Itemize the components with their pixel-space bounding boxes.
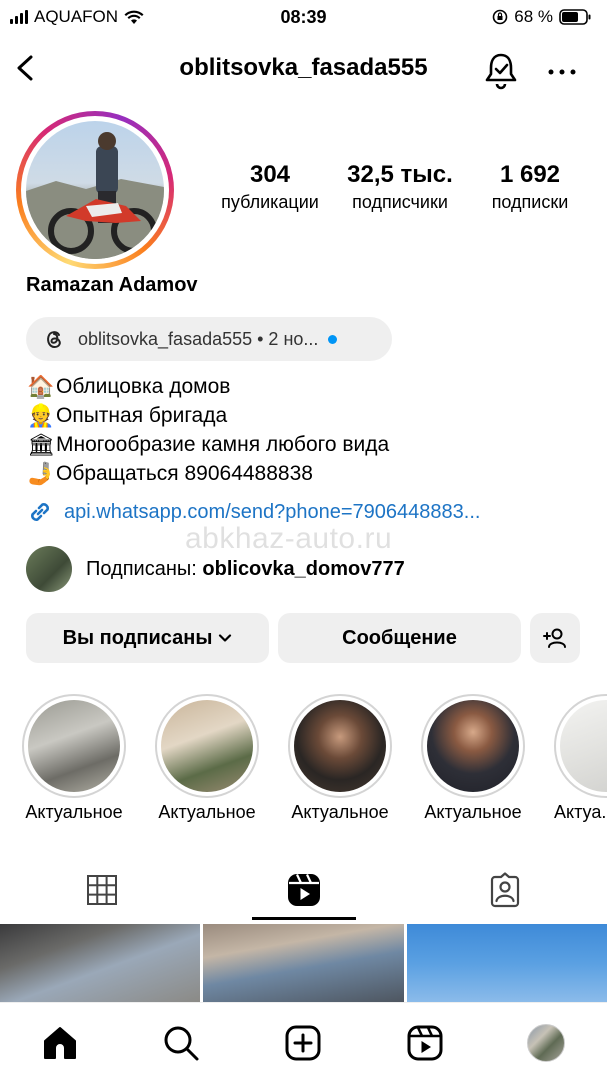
following-button[interactable]: Вы подписаны [26,613,269,663]
bell-icon [485,53,517,90]
reels-icon [288,874,320,906]
profile-bio: 🏠 Облицовка домов 👷 Опытная бригада 🏛 Мн… [26,372,389,488]
threads-icon [47,331,61,349]
highlight-cover [161,700,253,792]
followers-stat[interactable]: 32,5 тыс. подписчики [339,160,461,214]
more-options-button[interactable] [542,50,582,90]
posts-label: публикации [221,192,319,212]
bio-line: 🏠 Облицовка домов [26,372,389,401]
following-button-label: Вы подписаны [62,626,213,649]
highlight-label: Актуальное [158,802,256,822]
posts-count: 304 [249,161,291,188]
mutual-username[interactable]: oblicovka_domov777 [202,558,404,580]
link-icon [31,503,49,521]
story-highlight[interactable]: Актуальное [421,694,525,823]
reel-thumbnail[interactable] [203,924,404,1002]
followers-count: 32,5 тыс. [347,161,453,188]
house-icon: 🏠 [27,373,55,399]
nav-search[interactable] [161,1023,201,1063]
unread-dot [328,334,338,344]
tagged-icon [490,872,520,908]
suggested-users-button[interactable] [530,613,580,663]
bio-line: 👷 Опытная бригада [26,401,389,430]
nav-home[interactable] [40,1023,80,1063]
highlight-label: Актуа... [554,802,607,822]
highlight-cover [427,700,519,792]
nav-profile[interactable] [526,1023,566,1063]
bio-text[interactable]: Обращаться 89064488838 [56,459,313,488]
profile-header: oblitsovka_fasada555 [0,44,607,94]
posts-stat[interactable]: 304 публикации [211,160,329,214]
story-highlight[interactable]: Актуа... [554,694,607,823]
profile-avatar [26,121,164,259]
battery-icon [559,9,591,25]
search-icon [164,1026,199,1061]
orientation-lock-icon [492,9,508,25]
highlight-label: Актуальное [25,802,123,822]
mutual-avatar [26,546,72,592]
following-stat[interactable]: 1 692 подписки [474,160,586,214]
highlight-cover [294,700,386,792]
story-highlight[interactable]: Актуальное [288,694,392,823]
mutual-followers[interactable]: Подписаны: oblicovka_domov777 [26,546,405,592]
grid-icon [87,875,117,905]
following-count: 1 692 [499,161,561,188]
bio-text: Опытная бригада [56,404,228,427]
highlight-cover [560,700,607,792]
bio-text: Многообразие камня любого вида [56,433,390,456]
link-text[interactable]: api.whatsapp.com/send?phone=7906448883..… [64,501,480,524]
reel-thumbnail[interactable] [406,924,607,1002]
create-icon [285,1025,321,1061]
chevron-down-icon [219,634,232,642]
active-tab-indicator [252,917,356,920]
nav-reels[interactable] [405,1023,445,1063]
tab-grid[interactable] [2,860,202,920]
story-highlight[interactable]: Актуальное [22,694,126,823]
avatar-photo [26,132,164,259]
profile-avatar-small [527,1024,565,1062]
story-highlight[interactable]: Актуальное [155,694,259,823]
more-icon [548,69,576,75]
message-button[interactable]: Сообщение [278,613,521,663]
status-bar: AQUAFON 08:39 68 % [0,0,607,34]
battery-label: 68 % [514,7,553,26]
threads-label: oblitsovka_fasada555 • 2 но... [78,328,319,349]
bottom-navigation [0,1002,607,1080]
add-user-icon [543,628,566,648]
classical-building-icon: 🏛 [27,431,55,457]
profile-avatar-story-ring[interactable] [16,111,174,269]
nav-create[interactable] [283,1023,323,1063]
tab-reels[interactable] [204,860,404,920]
bio-text: Облицовка домов [56,375,231,398]
message-button-label: Сообщение [342,626,457,649]
home-icon [44,1027,76,1059]
bio-line: 🤳 Обращаться 89064488838 [26,459,389,488]
following-label: подписки [491,192,569,212]
display-name: Ramazan Adamov [26,274,198,296]
highlight-label: Актуальное [291,802,389,822]
highlight-label: Актуальное [424,802,522,822]
reels-grid [0,924,607,1002]
followers-label: подписчики [352,192,448,212]
bio-line: 🏛 Многообразие камня любого вида [26,430,389,459]
notifications-button[interactable] [481,50,521,90]
highlight-cover [28,700,120,792]
threads-badge[interactable]: oblitsovka_fasada555 • 2 но... [26,317,392,361]
tab-tagged[interactable] [405,860,605,920]
selfie-icon: 🤳 [27,460,55,486]
reel-thumbnail[interactable] [0,924,201,1002]
reels-icon [407,1025,443,1061]
construction-worker-icon: 👷 [27,402,55,428]
mutual-text: Подписаны: oblicovka_domov777 [86,557,405,580]
